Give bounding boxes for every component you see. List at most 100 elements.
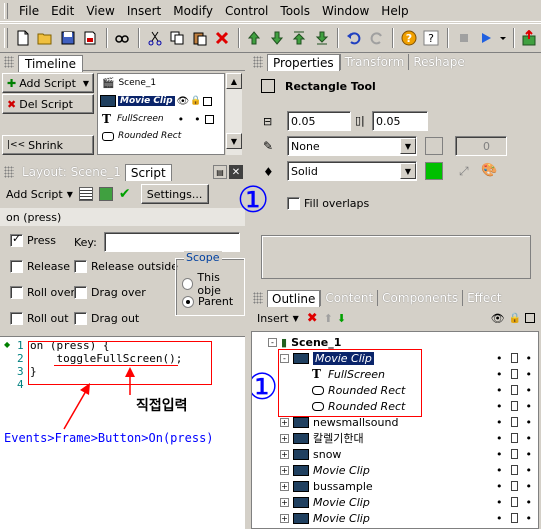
drag-out-checkbox[interactable] [74, 312, 87, 325]
timeline-layer-row[interactable]: Movie Clip 👁 🔒 [98, 92, 224, 110]
line-color-swatch[interactable] [425, 137, 443, 155]
timeline-scrollbar[interactable]: ▲ ▼ [226, 73, 242, 155]
fill-color-swatch[interactable] [425, 162, 443, 180]
scroll-up-icon[interactable]: ▲ [226, 73, 242, 89]
menu-modify[interactable]: Modify [168, 4, 220, 18]
visibility-dot[interactable]: • [496, 496, 503, 509]
eye-icon[interactable]: 👁 [491, 312, 505, 325]
copy-icon[interactable] [166, 27, 187, 49]
lock-dot[interactable]: • [194, 113, 201, 126]
drag-over-option[interactable]: Drag over [74, 286, 146, 299]
menu-view[interactable]: View [81, 4, 121, 18]
lock-icon[interactable] [510, 417, 518, 427]
line-style-select[interactable]: None ▼ [287, 136, 417, 156]
release-outside-option[interactable]: Release outside [74, 260, 178, 273]
roll-over-option[interactable]: Roll over [10, 286, 75, 299]
outline-dot[interactable]: • [526, 480, 533, 493]
visibility-dot[interactable]: • [496, 448, 503, 461]
roll-out-checkbox[interactable] [10, 312, 23, 325]
timeline-tab[interactable]: Timeline [18, 54, 84, 72]
help-icon[interactable]: ? [398, 27, 419, 49]
outline-item[interactable]: + bussample • • [252, 478, 538, 494]
tab-transform[interactable]: Transform [339, 54, 409, 70]
visibility-dot[interactable]: • [496, 480, 503, 493]
add-script-menu[interactable]: Add Script [6, 188, 63, 201]
tab-properties[interactable]: Properties [267, 53, 340, 71]
menu-file[interactable]: File [14, 4, 46, 18]
outline-item[interactable]: + snow • • [252, 446, 538, 462]
lock-icon[interactable] [510, 497, 518, 507]
visibility-dot[interactable]: • [496, 368, 503, 381]
roll-out-option[interactable]: Roll out [10, 312, 69, 325]
insert-menu[interactable]: Insert [257, 312, 289, 325]
outline-dot[interactable]: • [526, 432, 533, 445]
menu-help[interactable]: Help [376, 4, 415, 18]
tab-reshape[interactable]: Reshape [408, 54, 468, 70]
press-checkbox[interactable]: ✓ [10, 232, 23, 247]
script-tree-icon[interactable] [98, 187, 113, 201]
shrink-button[interactable]: |<< Shrink [2, 135, 94, 155]
expand-icon[interactable]: + [280, 465, 289, 475]
outline-scene-row[interactable]: - ▮ Scene_1 [252, 334, 538, 350]
outline-dot[interactable]: • [526, 400, 533, 413]
fill-style-select[interactable]: Solid ▼ [287, 161, 417, 181]
menu-insert[interactable]: Insert [122, 4, 168, 18]
undo-icon[interactable] [343, 27, 364, 49]
menu-control[interactable]: Control [220, 4, 275, 18]
expand-icon[interactable]: + [280, 481, 289, 491]
expand-icon[interactable]: + [280, 449, 289, 459]
expand-icon[interactable]: + [280, 417, 289, 427]
tab-script[interactable]: Script [124, 163, 172, 181]
press-option[interactable]: ✓ Press [10, 232, 56, 247]
expand-icon[interactable]: + [280, 433, 289, 443]
scope-this-radio[interactable] [182, 278, 194, 290]
tab-layout[interactable]: Layout: Scene_1 [18, 164, 125, 180]
outline-dot[interactable]: • [526, 512, 533, 525]
fill-overlaps-option[interactable]: Fill overlaps [287, 197, 369, 210]
bring-forward-icon[interactable] [244, 27, 265, 49]
add-script-button[interactable]: ✚ Add Script ▼ [2, 73, 94, 93]
redo-icon[interactable] [366, 27, 387, 49]
stop-icon[interactable] [453, 27, 474, 49]
publish-icon[interactable] [519, 27, 540, 49]
tab-content[interactable]: Content [320, 290, 377, 306]
visibility-dot[interactable]: • [178, 113, 185, 126]
visibility-dot[interactable]: • [496, 416, 503, 429]
corner-vertical-input[interactable]: 0.05 [372, 111, 428, 131]
settings-button[interactable]: Settings... [140, 184, 209, 204]
panel-menu-icon[interactable]: ▤ [213, 165, 227, 179]
fill-library-icon[interactable]: 🎨 [481, 163, 497, 178]
scope-this-option[interactable]: This obje [182, 271, 244, 297]
play-dropdown-icon[interactable] [498, 27, 508, 49]
outline-dot[interactable]: • [526, 352, 533, 365]
outline-item[interactable]: + 칼렐기한대 • • [252, 430, 538, 446]
bring-to-front-icon[interactable] [289, 27, 310, 49]
outline-dot[interactable]: • [526, 368, 533, 381]
lock-icon[interactable] [510, 513, 518, 523]
outline-dot[interactable]: • [526, 464, 533, 477]
lock-icon[interactable] [510, 481, 518, 491]
timeline-layer-row[interactable]: T FullScreen • • [98, 110, 224, 128]
outline-item[interactable]: + Movie Clip • • [252, 462, 538, 478]
lock-icon[interactable] [510, 385, 518, 395]
outline-dot[interactable]: • [526, 496, 533, 509]
menu-window[interactable]: Window [317, 4, 376, 18]
drag-over-checkbox[interactable] [74, 286, 87, 299]
cut-icon[interactable] [144, 27, 165, 49]
outline-dot[interactable]: • [526, 448, 533, 461]
delete-icon[interactable] [211, 27, 232, 49]
scope-parent-option[interactable]: Parent [182, 295, 233, 308]
fill-overlaps-checkbox[interactable] [287, 197, 300, 210]
delete-icon[interactable]: ✖ [307, 311, 318, 326]
dropdown-arrow-icon[interactable]: ▼ [293, 314, 299, 323]
send-backward-icon[interactable] [266, 27, 287, 49]
move-down-icon[interactable]: ⬇ [337, 312, 346, 325]
scope-parent-radio[interactable] [182, 295, 194, 308]
visibility-dot[interactable]: • [496, 464, 503, 477]
export-icon[interactable] [79, 27, 100, 49]
menu-tools[interactable]: Tools [275, 4, 317, 18]
lock-icon[interactable]: 🔒 [509, 313, 521, 324]
collapse-icon[interactable]: - [268, 337, 277, 347]
move-up-icon[interactable]: ⬆ [324, 312, 333, 325]
open-folder-icon[interactable] [34, 27, 55, 49]
